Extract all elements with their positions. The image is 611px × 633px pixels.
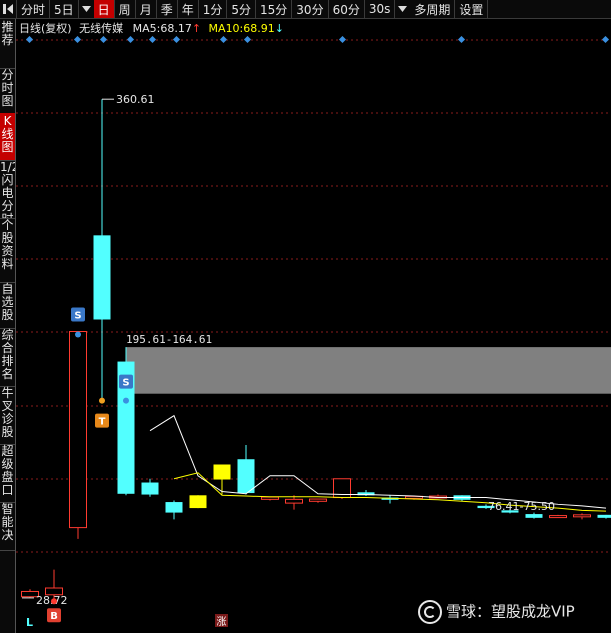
- candle-body-9[interactable]: [237, 459, 255, 494]
- sidebar-item-0[interactable]: 推荐: [0, 19, 15, 69]
- pin-icon[interactable]: [0, 0, 17, 18]
- candle-body-24[interactable]: [597, 514, 611, 518]
- left-sidebar: 推荐分时图K线图1/2闪电分时个股资料自选股综合排名牛叉诊股超级盘口智能决: [0, 19, 16, 633]
- period-tab-1[interactable]: 5日: [50, 0, 79, 18]
- top-marker-diamond-8: [338, 36, 347, 44]
- ma10-label: MA10:: [208, 22, 244, 35]
- period-tab-5[interactable]: 季: [157, 0, 178, 18]
- chart-mode: 日线(复权): [19, 22, 72, 35]
- watermark: 雪球：望股成龙VIP: [418, 600, 575, 624]
- candle-body-23[interactable]: [573, 514, 591, 518]
- ma5-up-arrow-icon: ↑: [191, 22, 202, 35]
- zone-label: 195.61-164.61: [126, 333, 212, 346]
- period-tab-0[interactable]: 分时: [17, 0, 51, 18]
- dropdown-arrow-icon[interactable]: [79, 0, 94, 18]
- sidebar-item-5[interactable]: 自选股: [0, 281, 15, 329]
- buy-dot: [51, 598, 57, 605]
- period-tab-14[interactable]: 设置: [455, 0, 489, 18]
- sell-dot-2: [123, 397, 129, 404]
- kline-chart[interactable]: 195.61-164.61360.6128.7276.41-75.50STSBL…: [16, 36, 611, 633]
- sell-signal-1-text: S: [74, 311, 81, 322]
- top-marker-diamond-6: [219, 36, 228, 44]
- top-marker-diamond-10: [601, 36, 610, 44]
- period-tab-9[interactable]: 15分: [256, 0, 293, 18]
- t-dot: [99, 397, 105, 404]
- top-marker-diamond-2: [99, 36, 108, 44]
- period-tab-10[interactable]: 30分: [292, 0, 329, 18]
- top-marker-diamond-7: [243, 36, 252, 44]
- ma5-value: 68.17: [160, 22, 192, 35]
- candle-body-7[interactable]: [189, 495, 207, 509]
- candle-body-8[interactable]: [213, 464, 231, 480]
- xueqiu-logo-icon: [418, 600, 442, 624]
- zhang-badge-text: 涨: [217, 616, 227, 628]
- sidebar-item-7[interactable]: 牛叉诊股: [0, 385, 15, 445]
- period-toolbar: 分时 5日日周月季年 1分 5分 15分 30分 60分 30s 多周期 设置: [0, 0, 611, 19]
- period-tab-11[interactable]: 60分: [329, 0, 365, 18]
- candle-body-21[interactable]: [525, 514, 543, 518]
- high-price-label: 360.61: [116, 93, 155, 106]
- period-tab-6[interactable]: 年: [178, 0, 199, 18]
- sidebar-item-4[interactable]: 个股资料: [0, 217, 15, 283]
- watermark-text: 雪球：望股成龙VIP: [446, 602, 575, 621]
- ma5-label: MA5:: [132, 22, 161, 35]
- price-zone-band: [126, 347, 611, 394]
- top-marker-diamond-0: [25, 36, 34, 44]
- sell-signal-2-text: S: [122, 378, 129, 389]
- sidebar-item-9[interactable]: 智能决: [0, 501, 15, 551]
- top-marker-diamond-3: [126, 36, 135, 44]
- period-tab-13[interactable]: 多周期: [410, 0, 456, 18]
- sidebar-item-1[interactable]: 分时图: [0, 67, 15, 115]
- ma10-down-arrow-icon: ↓: [274, 22, 284, 35]
- sidebar-item-3[interactable]: 1/2闪电分时: [0, 159, 15, 219]
- candle-body-22[interactable]: [549, 515, 567, 519]
- period-tab-12[interactable]: 30s: [365, 0, 396, 18]
- period-tab-8[interactable]: 5分: [227, 0, 257, 18]
- stock-name: 无线传媒: [79, 22, 124, 35]
- period-tab-3[interactable]: 周: [115, 0, 136, 18]
- candle-body-6[interactable]: [165, 502, 183, 513]
- ma10-value: 68.91: [243, 22, 275, 35]
- top-marker-diamond-5: [172, 36, 181, 44]
- candle-body-11[interactable]: [285, 498, 303, 504]
- sidebar-item-2[interactable]: K线图: [0, 113, 15, 161]
- ma5-line: [149, 414, 607, 509]
- chart-info-bar: 日线(复权) 无线传媒 MA5:68.17↑ MA10:68.91↓: [19, 20, 284, 36]
- sell-dot-1: [75, 331, 81, 338]
- l-label: L: [26, 616, 33, 629]
- top-marker-diamond-9: [457, 36, 466, 44]
- sidebar-item-8[interactable]: 超级盘口: [0, 443, 15, 503]
- top-marker-diamond-1: [73, 36, 82, 44]
- period-tab-4[interactable]: 月: [136, 0, 157, 18]
- candle-body-2[interactable]: [69, 331, 87, 529]
- dropdown-arrow-icon[interactable]: [395, 0, 410, 18]
- candle-body-5[interactable]: [141, 482, 159, 495]
- candle-body-10[interactable]: [261, 496, 279, 500]
- t-signal-text: T: [99, 417, 106, 428]
- period-tab-7[interactable]: 1分: [199, 0, 228, 18]
- sidebar-item-6[interactable]: 综合排名: [0, 327, 15, 387]
- range-label: 76.41-75.50: [488, 500, 555, 513]
- candle-body-3[interactable]: [93, 235, 111, 320]
- candle-body-12[interactable]: [309, 498, 327, 502]
- top-marker-diamond-4: [148, 36, 157, 44]
- buy-signal-text: B: [50, 611, 58, 622]
- period-tab-2[interactable]: 日: [93, 0, 115, 18]
